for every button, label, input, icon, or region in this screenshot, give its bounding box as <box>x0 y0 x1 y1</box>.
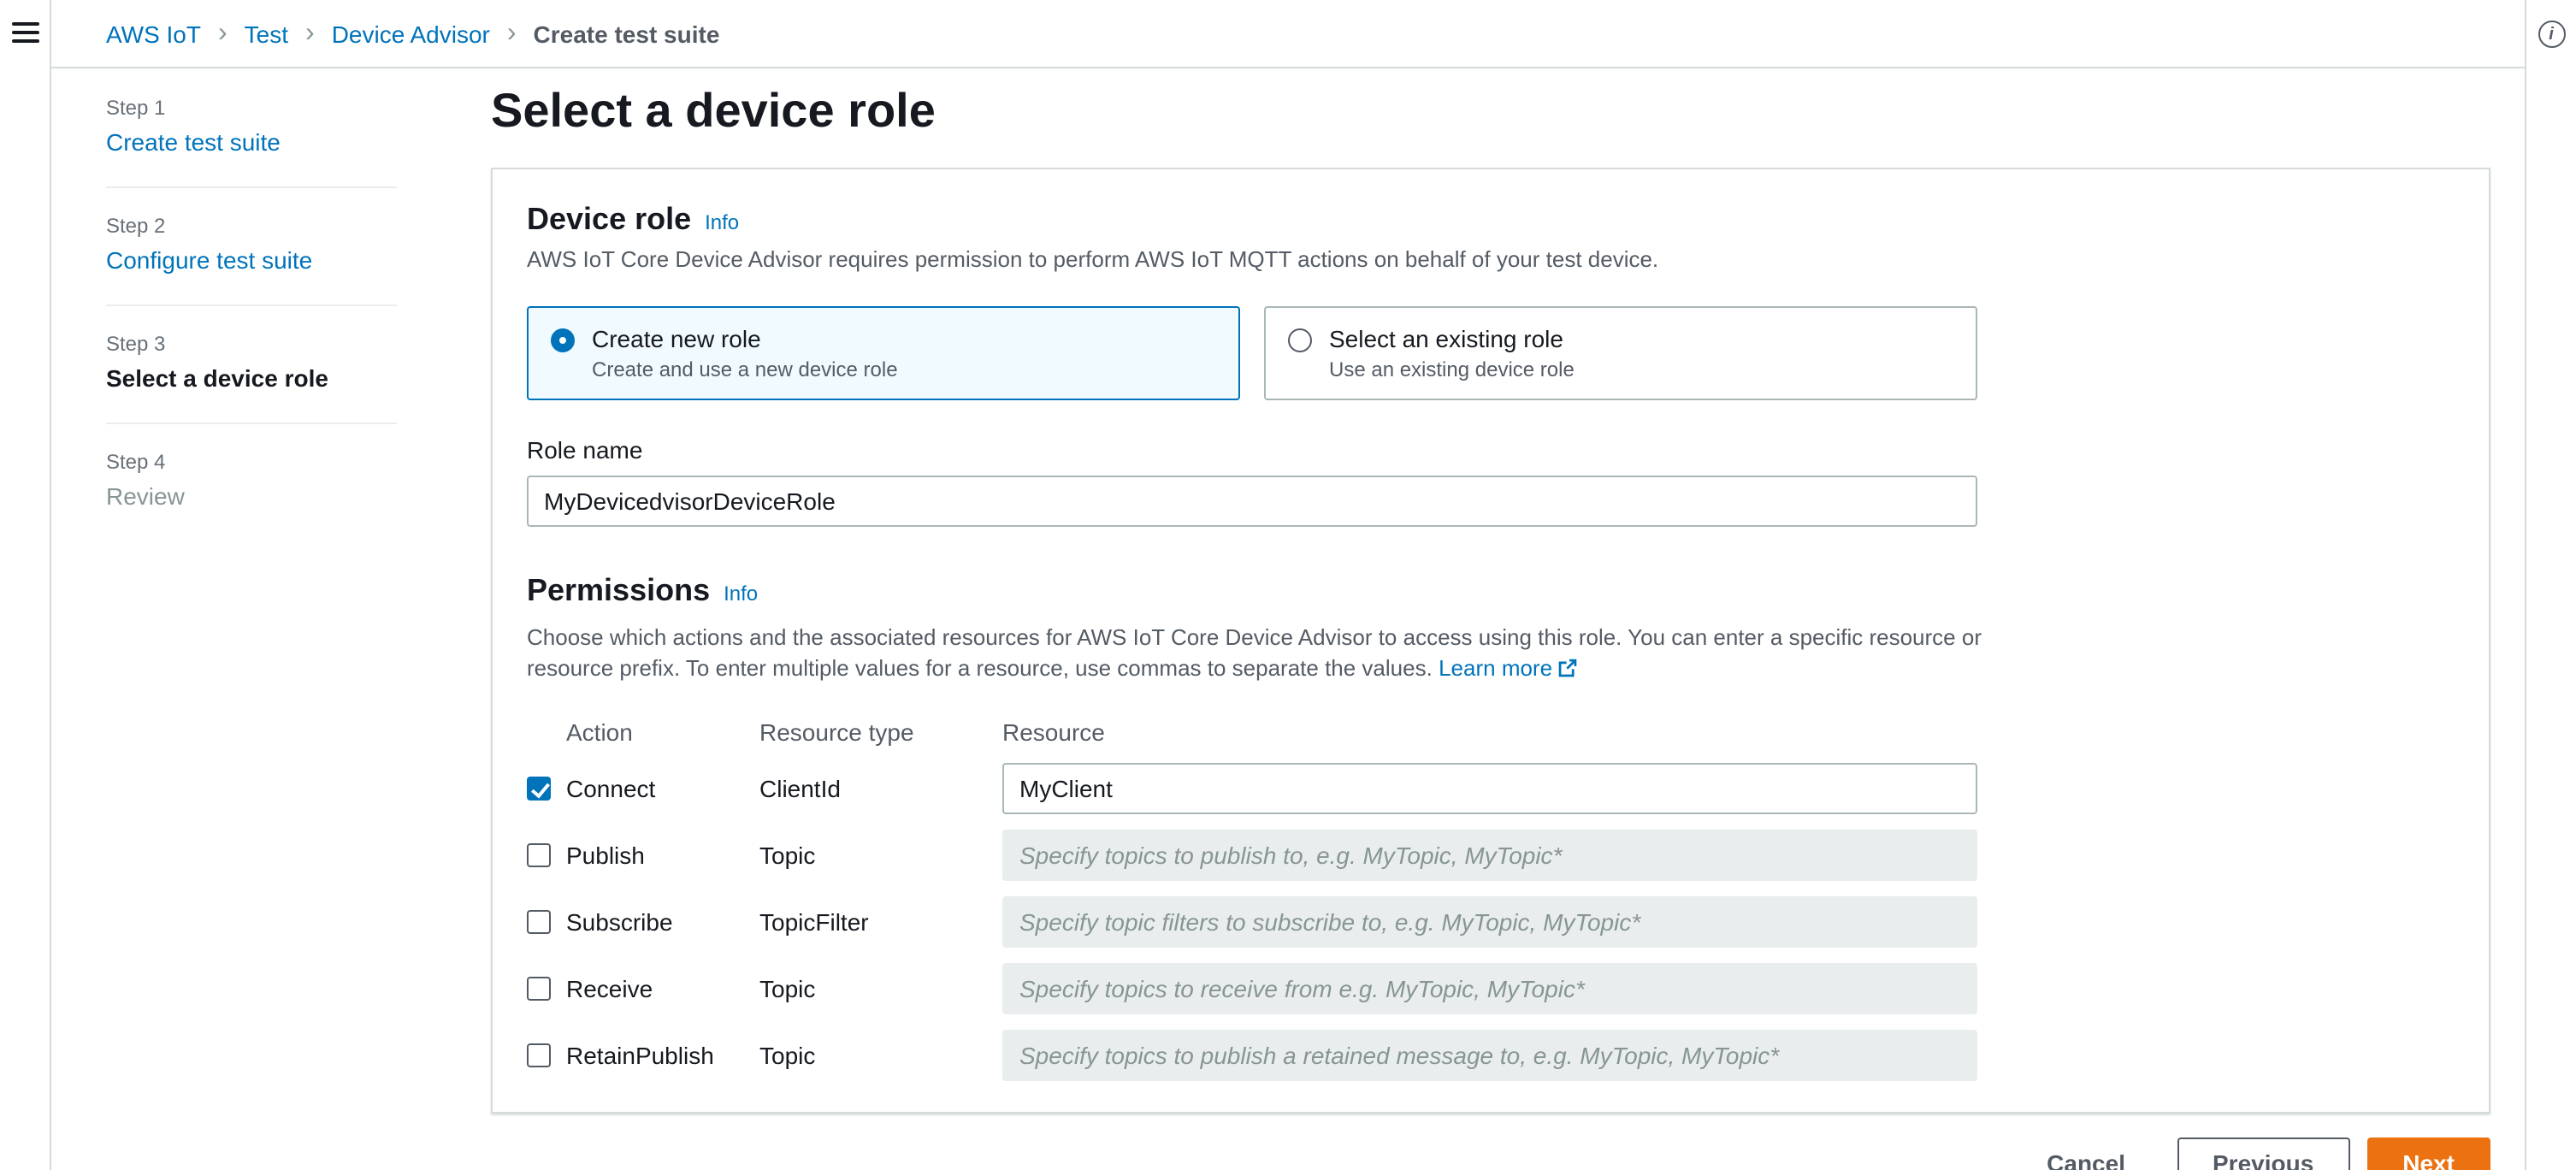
external-link-icon <box>1557 659 1576 677</box>
wizard-steps: Step 1 Create test suite Step 2 Configur… <box>106 86 397 1170</box>
radio-button-icon[interactable] <box>1288 328 1312 352</box>
learn-more-link[interactable]: Learn more <box>1439 655 1576 681</box>
action-label: Connect <box>566 775 656 802</box>
breadcrumb: AWS IoT › Test › Device Advisor › Create… <box>51 0 2525 68</box>
chevron-right-icon: › <box>305 18 315 47</box>
tile-text: Create new role Create and use a new dev… <box>592 325 898 381</box>
resource-type: Topic <box>759 1042 816 1069</box>
breadcrumb-aws-iot[interactable]: AWS IoT <box>106 20 201 47</box>
menu-icon[interactable] <box>11 22 38 43</box>
main-area: AWS IoT › Test › Device Advisor › Create… <box>51 0 2525 1170</box>
step-divider <box>106 186 397 188</box>
permission-row-subscribe: Subscribe TopicFilter <box>527 896 1977 948</box>
wizard-footer: Cancel Previous Next <box>491 1138 2490 1170</box>
action-cell: Subscribe <box>527 908 759 936</box>
wizard-step-2: Step 2 Configure test suite <box>106 214 397 274</box>
permissions-description: Choose which actions and the associated … <box>527 623 2032 684</box>
role-option-tiles: Create new role Create and use a new dev… <box>527 306 1977 400</box>
tile-label: Create new role <box>592 325 761 352</box>
action-cell: Connect <box>527 775 759 802</box>
breadcrumb-device-advisor[interactable]: Device Advisor <box>332 20 490 47</box>
permission-row-connect: Connect ClientId <box>527 763 1977 814</box>
step-number: Step 3 <box>106 332 166 356</box>
permission-row-retainpublish: RetainPublish Topic <box>527 1030 1977 1081</box>
permission-row-publish: Publish Topic <box>527 830 1977 881</box>
action-cell: Receive <box>527 975 759 1002</box>
right-tools-strip: i <box>2525 0 2576 1170</box>
device-role-description: AWS IoT Core Device Advisor requires per… <box>527 246 1659 272</box>
action-label: Subscribe <box>566 908 673 936</box>
receive-resource-input[interactable] <box>1002 963 1977 1014</box>
column-action: Action <box>566 718 633 746</box>
action-label: RetainPublish <box>566 1042 714 1069</box>
permissions-description-text: Choose which actions and the associated … <box>527 624 1982 681</box>
step-1-link[interactable]: Create test suite <box>106 128 281 156</box>
publish-resource-input[interactable] <box>1002 830 1977 881</box>
page-content: Step 1 Create test suite Step 2 Configur… <box>51 68 2525 1170</box>
receive-checkbox[interactable] <box>527 977 551 1001</box>
permissions-title: Permissions <box>527 573 711 607</box>
tile-description: Use an existing device role <box>1329 358 1575 381</box>
chevron-right-icon: › <box>218 18 227 47</box>
permission-row-receive: Receive Topic <box>527 963 1977 1014</box>
permissions-table-header: Action Resource type Resource <box>527 718 1977 746</box>
cancel-button[interactable]: Cancel <box>2026 1139 2146 1170</box>
permissions-header: Permissions Info <box>527 571 2455 609</box>
device-role-header: Device role Info <box>527 200 2455 238</box>
publish-checkbox[interactable] <box>527 843 551 867</box>
role-name-label: Role name <box>527 436 643 464</box>
previous-button[interactable]: Previous <box>2177 1138 2350 1170</box>
tile-label: Select an existing role <box>1329 325 1563 352</box>
next-button[interactable]: Next <box>2366 1138 2490 1170</box>
tile-create-new-role[interactable]: Create new role Create and use a new dev… <box>527 306 1240 400</box>
step-number: Step 4 <box>106 450 166 474</box>
chevron-right-icon: › <box>506 18 517 47</box>
tile-text: Select an existing role Use an existing … <box>1329 325 1575 381</box>
resource-type: Topic <box>759 975 816 1002</box>
resource-type: ClientId <box>759 775 841 802</box>
breadcrumb-test[interactable]: Test <box>245 20 288 47</box>
subscribe-checkbox[interactable] <box>527 910 551 934</box>
action-label: Receive <box>566 975 653 1002</box>
page-title: Select a device role <box>491 84 936 137</box>
action-label: Publish <box>566 842 645 869</box>
app-window: i AWS IoT › Test › Device Advisor › Crea… <box>0 0 2576 1170</box>
action-cell: RetainPublish <box>527 1042 759 1069</box>
device-role-info-link[interactable]: Info <box>705 210 739 234</box>
permissions-info-link[interactable]: Info <box>724 582 758 606</box>
column-resource: Resource <box>1002 718 1105 746</box>
step-divider <box>106 422 397 424</box>
step-4-disabled: Review <box>106 482 185 510</box>
device-role-title: Device role <box>527 202 692 236</box>
connect-resource-input[interactable] <box>1002 763 1977 814</box>
connect-checkbox[interactable] <box>527 777 551 801</box>
wizard-step-4: Step 4 Review <box>106 450 397 510</box>
left-nav-strip <box>0 0 51 1170</box>
device-role-card: Device role Info AWS IoT Core Device Adv… <box>491 168 2490 1114</box>
retainpublish-checkbox[interactable] <box>527 1043 551 1067</box>
retainpublish-resource-input[interactable] <box>1002 1030 1977 1081</box>
wizard-step-1: Step 1 Create test suite <box>106 96 397 156</box>
breadcrumb-current: Create test suite <box>533 20 720 47</box>
resource-type: Topic <box>759 842 816 869</box>
permissions-table: Action Resource type Resource Connect Cl… <box>527 718 1977 1081</box>
action-cell: Publish <box>527 842 759 869</box>
radio-button-icon[interactable] <box>551 328 575 352</box>
subscribe-resource-input[interactable] <box>1002 896 1977 948</box>
info-panel-icon[interactable]: i <box>2538 21 2565 48</box>
main-column: Select a device role Device role Info AW… <box>491 84 2490 1170</box>
resource-type: TopicFilter <box>759 908 869 936</box>
tile-select-existing-role[interactable]: Select an existing role Use an existing … <box>1264 306 1977 400</box>
step-3-current: Select a device role <box>106 364 328 392</box>
column-resource-type: Resource type <box>759 718 914 746</box>
step-divider <box>106 304 397 306</box>
step-number: Step 1 <box>106 96 166 120</box>
tile-description: Create and use a new device role <box>592 358 898 381</box>
wizard-step-3: Step 3 Select a device role <box>106 332 397 392</box>
step-2-link[interactable]: Configure test suite <box>106 246 312 274</box>
step-number: Step 2 <box>106 214 166 238</box>
role-name-input[interactable] <box>527 476 1977 527</box>
